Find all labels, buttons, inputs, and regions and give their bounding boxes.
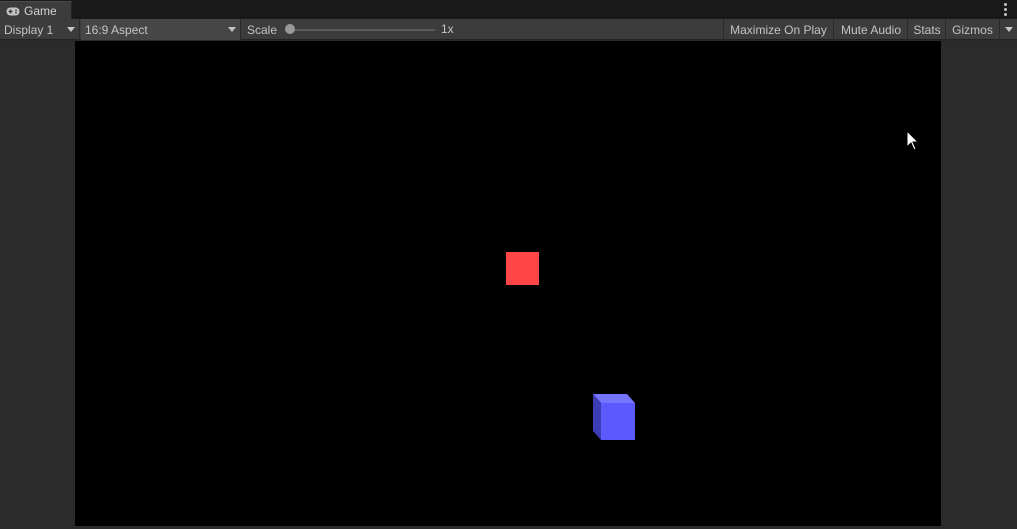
chevron-down-icon (67, 27, 75, 32)
aspect-value: 16:9 Aspect (85, 22, 148, 37)
chevron-down-icon (1005, 27, 1013, 32)
red-square (506, 252, 539, 285)
stats-button[interactable]: Stats (909, 19, 946, 40)
stats-label: Stats (913, 22, 941, 37)
more-options-icon[interactable] (1003, 3, 1007, 16)
mouse-cursor-icon (906, 130, 920, 151)
game-toolbar: Display 1 16:9 Aspect Scale 1x Maximize … (0, 19, 1017, 40)
chevron-down-icon (228, 27, 236, 32)
display-value: Display 1 (4, 22, 54, 37)
aspect-dropdown[interactable]: 16:9 Aspect (81, 19, 241, 40)
blue-cube (593, 394, 635, 440)
scale-slider-thumb[interactable] (285, 24, 295, 34)
tab-strip: Game (0, 0, 1017, 20)
maximize-on-play-label: Maximize On Play (730, 22, 827, 37)
gizmos-button[interactable]: Gizmos (947, 19, 998, 40)
maximize-on-play-button[interactable]: Maximize On Play (724, 19, 834, 40)
game-view[interactable] (75, 41, 941, 526)
gamepad-icon (6, 7, 20, 15)
gizmos-dropdown[interactable] (999, 19, 1017, 40)
scale-label: Scale (247, 22, 278, 37)
game-window: Game Display 1 16:9 Aspect Scale 1x Maxi… (0, 0, 1017, 529)
scale-value: 1x (441, 22, 454, 36)
mute-audio-button[interactable]: Mute Audio (835, 19, 908, 40)
scale-slider-track[interactable] (289, 29, 435, 31)
tab-game[interactable]: Game (0, 1, 72, 20)
mute-audio-label: Mute Audio (840, 22, 902, 37)
scale-control: Scale 1x (242, 19, 724, 40)
tab-title: Game (24, 4, 57, 18)
gizmos-label: Gizmos (952, 22, 993, 37)
display-dropdown[interactable]: Display 1 (0, 19, 80, 40)
